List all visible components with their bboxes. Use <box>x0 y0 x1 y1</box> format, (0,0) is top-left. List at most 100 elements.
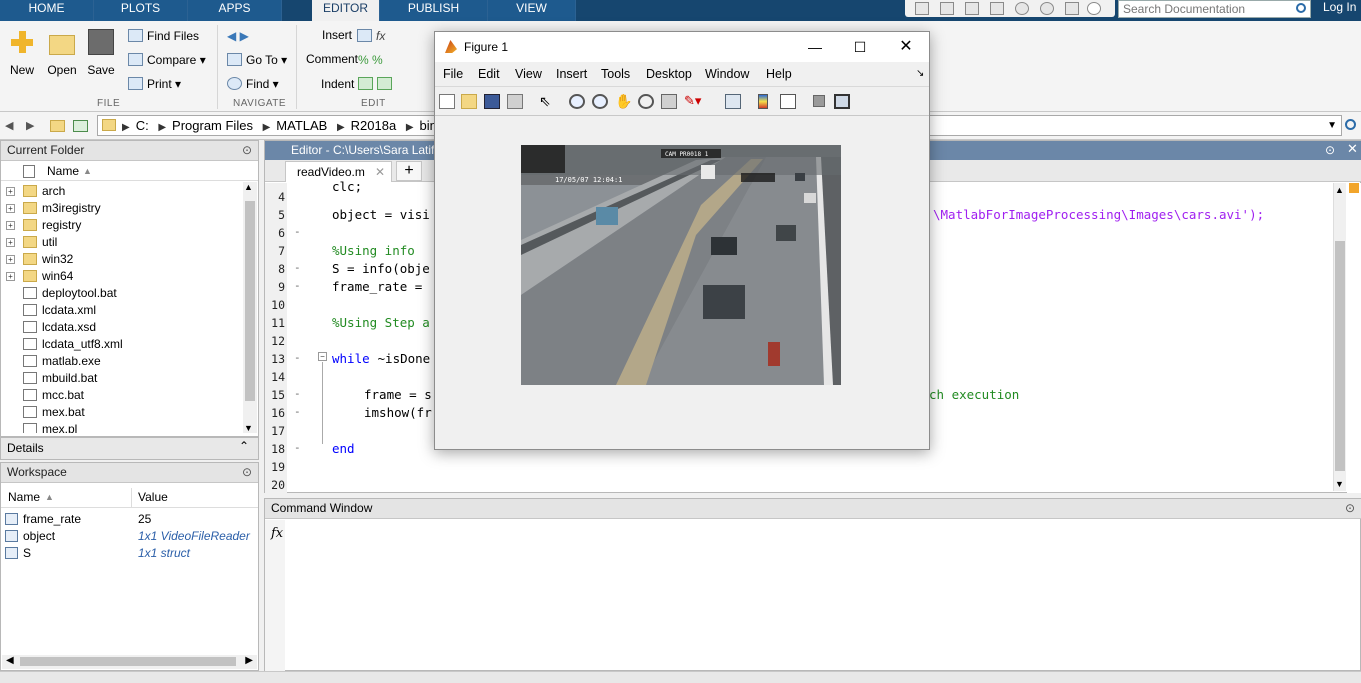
back-forward-buttons[interactable]: ◀ ▶ <box>227 27 249 45</box>
file-item[interactable]: mbuild.bat <box>1 370 241 387</box>
save-button[interactable]: Save <box>81 29 121 77</box>
file-item[interactable]: lcdata.xml <box>1 302 241 319</box>
close-icon[interactable]: ✕ <box>895 37 917 57</box>
menu-help[interactable]: Help <box>766 63 792 85</box>
switch-windows-icon[interactable] <box>1065 2 1079 15</box>
new-button[interactable]: New <box>2 29 42 77</box>
panel-menu-icon[interactable]: ⊙ <box>1345 499 1355 518</box>
folder-scrollbar[interactable]: ▲ ▼ <box>243 182 257 433</box>
scroll-right-icon[interactable]: ▶ <box>245 655 253 666</box>
brush-icon[interactable]: ✎▾ <box>684 94 701 109</box>
indent-icon[interactable] <box>358 75 396 93</box>
file-item[interactable]: deploytool.bat <box>1 285 241 302</box>
scroll-left-icon[interactable]: ◀ <box>6 655 14 666</box>
file-item[interactable]: lcdata_utf8.xml <box>1 336 241 353</box>
folder-item[interactable]: + registry <box>1 217 241 234</box>
hide-plot-tools-icon[interactable] <box>813 95 825 107</box>
cut-icon[interactable] <box>940 2 954 15</box>
legend-icon[interactable] <box>780 94 796 109</box>
zoom-out-icon[interactable] <box>592 94 608 109</box>
figure-title-bar[interactable]: Figure 1 — ☐ ✕ <box>435 32 929 62</box>
path-dropdown-icon[interactable]: ▼ <box>1327 116 1337 135</box>
menu-tools[interactable]: Tools <box>601 63 630 85</box>
menu-desktop[interactable]: Desktop <box>646 63 692 85</box>
file-item[interactable]: matlab.exe <box>1 353 241 370</box>
folder-item[interactable]: + util <box>1 234 241 251</box>
file-item[interactable]: lcdata.xsd <box>1 319 241 336</box>
find-files-button[interactable]: Find Files <box>128 27 199 45</box>
variable-row[interactable]: object 1x1 VideoFileReader <box>2 528 257 545</box>
breakpoint-marker[interactable]: - <box>294 405 301 418</box>
panel-menu-icon[interactable]: ⊙ <box>242 141 252 160</box>
panel-menu-icon[interactable]: ⊙ <box>1325 141 1335 159</box>
breakpoint-marker[interactable]: - <box>294 351 301 364</box>
browse-folder-icon[interactable] <box>73 120 88 132</box>
tab-publish[interactable]: PUBLISH <box>380 0 488 21</box>
breadcrumb-matlab[interactable]: MATLAB <box>276 116 327 135</box>
breakpoint-marker[interactable]: - <box>294 387 301 400</box>
expand-icon[interactable]: + <box>6 255 15 264</box>
insert-function-icon[interactable]: fx <box>357 27 385 45</box>
breadcrumb-c[interactable]: C: <box>136 116 149 135</box>
paste-icon[interactable] <box>990 2 1004 15</box>
link-plot-icon[interactable] <box>725 94 741 109</box>
redo-icon[interactable] <box>1040 2 1054 15</box>
find-button[interactable]: Find ▾ <box>227 75 279 93</box>
open-button[interactable]: Open <box>42 29 82 77</box>
tab-editor[interactable]: EDITOR <box>312 0 380 21</box>
tab-home[interactable]: HOME <box>0 0 94 21</box>
scroll-down-icon[interactable]: ▼ <box>244 423 253 433</box>
name-column-header[interactable]: Name <box>47 162 79 181</box>
help-icon[interactable] <box>1087 2 1101 15</box>
expand-icon[interactable]: + <box>6 272 15 281</box>
show-plot-tools-icon[interactable] <box>834 94 850 109</box>
breakpoint-marker[interactable]: - <box>294 261 301 274</box>
go-to-button[interactable]: Go To ▾ <box>227 51 287 69</box>
folder-item[interactable]: + arch <box>1 183 241 200</box>
breakpoint-marker[interactable]: - <box>294 279 301 292</box>
function-browser-icon[interactable]: fx <box>271 526 283 541</box>
expand-icon[interactable]: + <box>6 221 15 230</box>
name-column-header[interactable]: Name <box>8 488 40 507</box>
scroll-up-icon[interactable]: ▲ <box>244 182 253 192</box>
save-figure-icon[interactable] <box>484 94 500 109</box>
folder-item[interactable]: + m3iregistry <box>1 200 241 217</box>
breadcrumb-program-files[interactable]: Program Files <box>172 116 253 135</box>
editor-scrollbar[interactable]: ▲ ▼ <box>1333 183 1346 491</box>
increase-indent-icon[interactable] <box>377 77 392 90</box>
pan-icon[interactable]: ✋ <box>615 94 632 109</box>
column-header[interactable]: Name ▲ <box>1 162 258 181</box>
folder-item[interactable]: + win32 <box>1 251 241 268</box>
close-tab-icon[interactable]: ✕ <box>375 162 385 182</box>
search-icon[interactable] <box>1296 3 1306 13</box>
save-icon[interactable] <box>915 2 929 15</box>
colorbar-icon[interactable] <box>758 94 768 109</box>
login-link[interactable]: Log In <box>1323 0 1356 15</box>
menu-edit[interactable]: Edit <box>478 63 500 85</box>
compare-button[interactable]: Compare ▾ <box>128 51 206 69</box>
variable-row[interactable]: S 1x1 struct <box>2 545 257 562</box>
value-column-header[interactable]: Value <box>138 488 168 507</box>
close-icon[interactable]: ✕ <box>1347 140 1358 158</box>
file-item[interactable]: mex.bat <box>1 404 241 421</box>
copy-icon[interactable] <box>965 2 979 15</box>
open-file-icon[interactable] <box>461 94 477 109</box>
rotate-3d-icon[interactable] <box>638 94 654 109</box>
search-documentation-input[interactable]: Search Documentation <box>1118 0 1311 18</box>
edit-plot-icon[interactable]: ⇖ <box>539 94 555 109</box>
undo-icon[interactable] <box>1015 2 1029 15</box>
workspace-hscrollbar[interactable]: ◀ ▶ <box>2 655 257 669</box>
fold-toggle-icon[interactable]: − <box>318 352 327 361</box>
breadcrumb-r2018a[interactable]: R2018a <box>351 116 397 135</box>
details-panel[interactable]: Details ⌃ <box>0 437 259 460</box>
expand-icon[interactable]: ⌃ <box>239 439 249 453</box>
tab-apps[interactable]: APPS <box>188 0 282 21</box>
scroll-down-icon[interactable]: ▼ <box>1335 479 1344 489</box>
expand-icon[interactable]: + <box>6 238 15 247</box>
file-item[interactable]: mex.pl <box>1 421 241 433</box>
expand-icon[interactable]: + <box>6 204 15 213</box>
scroll-up-icon[interactable]: ▲ <box>1335 185 1344 195</box>
new-tab-button[interactable]: + <box>396 161 422 181</box>
command-input[interactable] <box>287 521 1357 669</box>
expand-icon[interactable]: + <box>6 187 15 196</box>
